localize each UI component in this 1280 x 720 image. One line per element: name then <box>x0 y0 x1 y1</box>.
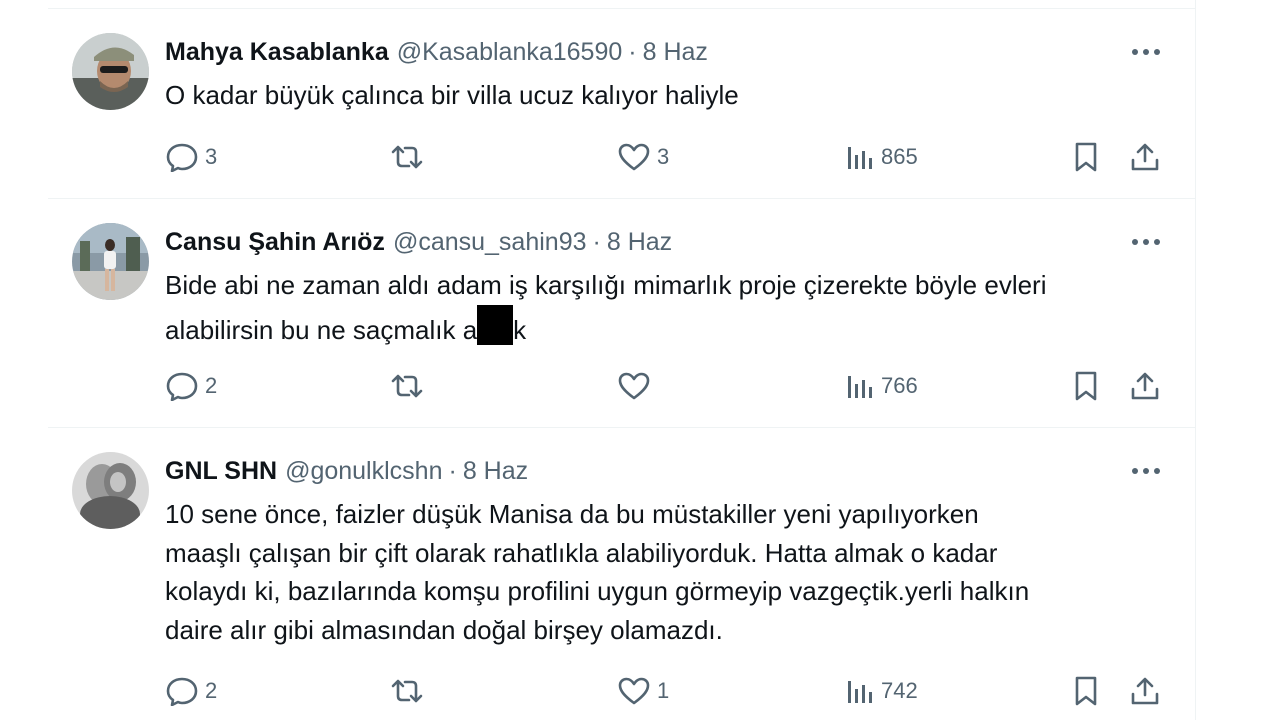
reply-button[interactable]: 3 <box>165 137 217 177</box>
author-name[interactable]: GNL SHN <box>165 457 277 486</box>
like-button[interactable] <box>617 366 657 406</box>
like-icon <box>618 677 650 705</box>
more-icon[interactable] <box>1128 224 1164 260</box>
views-count: 742 <box>881 678 918 703</box>
tweet-text-fragment: k <box>513 314 527 345</box>
share-button[interactable] <box>1129 671 1161 711</box>
views-icon <box>848 147 872 169</box>
tweet-date[interactable]: 8 Haz <box>643 38 708 67</box>
share-button[interactable] <box>1129 137 1161 177</box>
tweet-text-line: daire alır gibi almasından doğal birşey … <box>165 614 723 645</box>
like-count: 1 <box>657 678 670 703</box>
more-icon[interactable] <box>1128 34 1164 70</box>
tweet-text: Bide abi ne zaman aldı adam iş karşılığı… <box>165 266 1165 349</box>
like-icon <box>618 143 650 171</box>
tweet-actions: 2 1 742 <box>165 671 1195 711</box>
separator: · <box>448 456 457 485</box>
tweet-text-line: maaşlı çalışan bir çift olarak rahatlıkl… <box>165 537 998 568</box>
tweet-actions: 2 766 <box>165 366 1195 406</box>
tweet-date[interactable]: 8 Haz <box>607 228 672 257</box>
tweet-header: GNL SHN @gonulklcshn · 8 Haz <box>165 454 528 488</box>
retweet-icon <box>391 679 423 703</box>
reply-icon <box>166 143 198 172</box>
views-button[interactable]: 865 <box>845 137 918 177</box>
bookmark-button[interactable] <box>1071 671 1101 711</box>
tweet-text: O kadar büyük çalınca bir villa ucuz kal… <box>165 76 1165 115</box>
views-count: 766 <box>881 373 918 398</box>
tweet-header: Cansu Şahin Arıöz @cansu_sahin93 · 8 Haz <box>165 225 672 259</box>
retweet-button[interactable] <box>389 137 431 177</box>
bookmark-icon <box>1075 142 1097 172</box>
separator: · <box>592 227 601 256</box>
author-handle[interactable]: @cansu_sahin93 <box>393 228 587 257</box>
author-handle[interactable]: @Kasablanka16590 <box>397 38 623 67</box>
redaction-box <box>477 304 514 345</box>
reply-button[interactable]: 2 <box>165 366 217 406</box>
bookmark-button[interactable] <box>1071 366 1101 406</box>
views-button[interactable]: 742 <box>845 671 918 711</box>
like-count: 3 <box>657 144 670 169</box>
separator: · <box>628 37 637 66</box>
like-button[interactable]: 3 <box>617 137 669 177</box>
reply-count: 3 <box>205 144 218 169</box>
retweet-icon <box>391 145 423 169</box>
tweet[interactable]: Mahya Kasablanka @Kasablanka16590 · 8 Ha… <box>48 9 1195 199</box>
tweet-text-line: 10 sene önce, faizler düşük Manisa da bu… <box>165 499 979 529</box>
tweet-date[interactable]: 8 Haz <box>463 457 528 486</box>
tweet-text-line: kolaydı ki, bazılarında komşu profilini … <box>165 576 1030 606</box>
share-icon <box>1131 143 1159 171</box>
reply-button[interactable]: 2 <box>165 671 217 711</box>
share-button[interactable] <box>1129 366 1161 406</box>
reply-count: 2 <box>205 678 218 703</box>
bookmark-button[interactable] <box>1071 137 1101 177</box>
retweet-button[interactable] <box>389 366 431 406</box>
views-button[interactable]: 766 <box>845 366 918 406</box>
tweet-text-line-redacted: alabilirsin bu ne saçmalık a k <box>165 304 1165 350</box>
views-count: 865 <box>881 144 918 169</box>
author-handle[interactable]: @gonulklcshn <box>285 457 442 486</box>
tweet[interactable]: Cansu Şahin Arıöz @cansu_sahin93 · 8 Haz… <box>48 199 1195 428</box>
like-button[interactable]: 1 <box>617 671 669 711</box>
avatar[interactable] <box>72 33 149 110</box>
author-name[interactable]: Cansu Şahin Arıöz <box>165 228 385 257</box>
views-icon <box>848 376 872 398</box>
bookmark-icon <box>1075 676 1097 706</box>
share-icon <box>1131 677 1159 705</box>
timeline-column: Mahya Kasablanka @Kasablanka16590 · 8 Ha… <box>48 0 1196 720</box>
avatar[interactable] <box>72 452 149 529</box>
tweet-text-line: O kadar büyük çalınca bir villa ucuz kal… <box>165 80 739 110</box>
avatar[interactable] <box>72 223 149 300</box>
retweet-icon <box>391 374 423 398</box>
tweet-text: 10 sene önce, faizler düşük Manisa da bu… <box>165 495 1165 649</box>
reply-icon <box>166 372 198 401</box>
tweet[interactable]: GNL SHN @gonulklcshn · 8 Haz 10 sene önc… <box>48 428 1195 720</box>
tweet-header: Mahya Kasablanka @Kasablanka16590 · 8 Ha… <box>165 35 708 69</box>
tweet-text-line: Bide abi ne zaman aldı adam iş karşılığı… <box>165 270 1047 300</box>
retweet-button[interactable] <box>389 671 431 711</box>
more-icon[interactable] <box>1128 453 1164 489</box>
reply-count: 2 <box>205 373 218 398</box>
tweet-text-fragment: alabilirsin bu ne saçmalık a <box>165 314 478 345</box>
share-icon <box>1131 372 1159 400</box>
bookmark-icon <box>1075 371 1097 401</box>
reply-icon <box>166 677 198 706</box>
like-icon <box>618 372 650 400</box>
author-name[interactable]: Mahya Kasablanka <box>165 38 389 67</box>
tweet-actions: 3 3 865 <box>165 137 1195 177</box>
views-icon <box>848 681 872 703</box>
